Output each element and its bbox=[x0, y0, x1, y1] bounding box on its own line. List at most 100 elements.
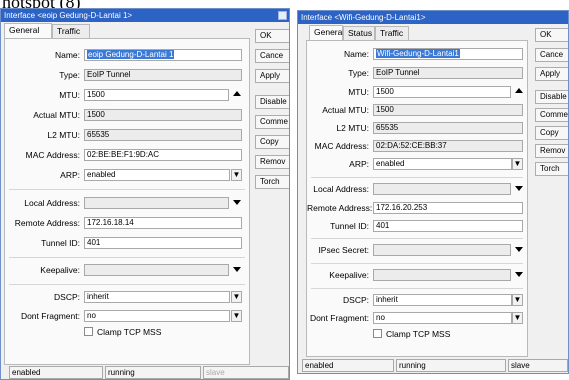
status-slave: slave bbox=[203, 366, 289, 379]
dont-fragment-select[interactable]: no bbox=[84, 310, 230, 322]
mac-address-label: MAC Address: bbox=[25, 150, 80, 160]
window-title: Interface <Wifi-Gedung-D-Lantai1> bbox=[298, 11, 568, 24]
local-address-field[interactable] bbox=[84, 197, 229, 209]
expand-arrow-icon[interactable] bbox=[515, 186, 523, 191]
arp-select[interactable]: enabled bbox=[84, 169, 230, 181]
ipsec-secret-field[interactable] bbox=[373, 244, 511, 256]
actual-mtu-label: Actual MTU: bbox=[322, 105, 369, 115]
remove-button[interactable]: Remov bbox=[255, 155, 289, 169]
mac-address-field[interactable]: 02:BE:BE:F1:9D:AC bbox=[84, 149, 242, 161]
clamp-tcp-mss-checkbox[interactable] bbox=[373, 329, 382, 338]
collapse-arrow-icon[interactable] bbox=[515, 88, 523, 93]
type-label: Type: bbox=[348, 68, 369, 78]
comment-button[interactable]: Comme bbox=[255, 115, 289, 129]
remove-button[interactable]: Remov bbox=[535, 144, 568, 158]
arp-label: ARP: bbox=[349, 159, 369, 169]
keepalive-label: Keepalive: bbox=[40, 265, 80, 275]
apply-button[interactable]: Apply bbox=[535, 67, 568, 81]
dscp-select[interactable]: inherit bbox=[84, 291, 230, 303]
ok-button[interactable]: OK bbox=[255, 29, 289, 43]
dropdown-icon[interactable]: ▼ bbox=[512, 312, 523, 324]
dscp-select[interactable]: inherit bbox=[373, 294, 512, 306]
expand-arrow-icon[interactable] bbox=[515, 247, 523, 252]
status-bar: enabled running slave bbox=[1, 366, 289, 379]
torch-button[interactable]: Torch bbox=[535, 162, 568, 176]
cancel-button[interactable]: Cance bbox=[535, 48, 568, 62]
actual-mtu-field: 1500 bbox=[84, 109, 242, 121]
expand-arrow-icon[interactable] bbox=[233, 267, 241, 272]
divider bbox=[311, 238, 523, 239]
local-address-label: Local Address: bbox=[24, 198, 80, 208]
name-label: Name: bbox=[343, 49, 369, 59]
status-running: running bbox=[105, 366, 201, 379]
general-panel: Name: Wifi-Gedung-D-Lantai1 Type: EoIP T… bbox=[306, 40, 528, 357]
local-address-field[interactable] bbox=[373, 183, 511, 195]
tab-status[interactable]: Status bbox=[343, 26, 375, 40]
remote-address-label: Remote Address: bbox=[307, 203, 373, 213]
divider bbox=[311, 263, 523, 264]
l2-mtu-field: 65535 bbox=[84, 129, 242, 141]
divider bbox=[9, 189, 245, 190]
tunnel-id-field[interactable]: 401 bbox=[373, 220, 523, 232]
apply-button[interactable]: Apply bbox=[255, 69, 289, 83]
cancel-button[interactable]: Cance bbox=[255, 49, 289, 63]
actual-mtu-label: Actual MTU: bbox=[33, 110, 80, 120]
status-bar: enabled running slave bbox=[298, 359, 568, 372]
mac-address-label: MAC Address: bbox=[314, 141, 369, 151]
dropdown-icon[interactable]: ▼ bbox=[231, 310, 242, 322]
remote-address-field[interactable]: 172.16.20.253 bbox=[373, 202, 523, 214]
status-slave: slave bbox=[508, 359, 568, 372]
general-panel: Name: eoip Gedung-D-Lantai 1 Type: EoIP … bbox=[4, 38, 250, 365]
window-control-icon[interactable] bbox=[278, 11, 287, 20]
tunnel-id-label: Tunnel ID: bbox=[41, 238, 80, 248]
mtu-label: MTU: bbox=[348, 87, 369, 97]
tab-general[interactable]: General bbox=[4, 23, 52, 38]
arp-label: ARP: bbox=[60, 170, 80, 180]
remote-address-label: Remote Address: bbox=[14, 218, 80, 228]
name-label: Name: bbox=[54, 50, 80, 60]
dont-fragment-label: Dont Fragment: bbox=[309, 313, 369, 323]
copy-button[interactable]: Copy bbox=[255, 135, 289, 149]
disable-button[interactable]: Disable bbox=[535, 90, 568, 104]
clamp-tcp-mss-checkbox[interactable] bbox=[84, 327, 93, 336]
type-field: EoIP Tunnel bbox=[84, 69, 242, 81]
mac-address-field: 02:DA:52:CE:BB:37 bbox=[373, 140, 523, 152]
interface-window-eoip: Interface <eoip Gedung-D-Lantai 1> Gener… bbox=[0, 8, 290, 380]
tab-traffic[interactable]: Traffic bbox=[52, 24, 90, 38]
name-field[interactable]: Wifi-Gedung-D-Lantai1 bbox=[373, 48, 523, 60]
mtu-field[interactable]: 1500 bbox=[373, 86, 511, 98]
dropdown-icon[interactable]: ▼ bbox=[512, 158, 523, 170]
mtu-field[interactable]: 1500 bbox=[84, 89, 229, 101]
interface-window-wifi: Interface <Wifi-Gedung-D-Lantai1> Genera… bbox=[297, 10, 569, 374]
torch-button[interactable]: Torch bbox=[255, 175, 289, 189]
arp-select[interactable]: enabled bbox=[373, 158, 512, 170]
actual-mtu-field: 1500 bbox=[373, 104, 523, 116]
expand-arrow-icon[interactable] bbox=[515, 272, 523, 277]
tab-traffic[interactable]: Traffic bbox=[375, 26, 409, 40]
dropdown-icon[interactable]: ▼ bbox=[231, 291, 242, 303]
remote-address-field[interactable]: 172.16.18.14 bbox=[84, 217, 242, 229]
clamp-tcp-mss-label: Clamp TCP MSS bbox=[97, 327, 162, 337]
clamp-tcp-mss-label: Clamp TCP MSS bbox=[386, 329, 451, 339]
comment-button[interactable]: Comme bbox=[535, 108, 568, 122]
l2-mtu-field: 65535 bbox=[373, 122, 523, 134]
expand-arrow-icon[interactable] bbox=[233, 200, 241, 205]
status-enabled: enabled bbox=[9, 366, 103, 379]
collapse-arrow-icon[interactable] bbox=[233, 91, 241, 96]
name-field[interactable]: eoip Gedung-D-Lantai 1 bbox=[84, 49, 242, 61]
dscp-label: DSCP: bbox=[343, 295, 369, 305]
dropdown-icon[interactable]: ▼ bbox=[512, 294, 523, 306]
status-running: running bbox=[396, 359, 506, 372]
disable-button[interactable]: Disable bbox=[255, 95, 289, 109]
ok-button[interactable]: OK bbox=[535, 28, 568, 42]
copy-button[interactable]: Copy bbox=[535, 126, 568, 140]
dropdown-icon[interactable]: ▼ bbox=[231, 169, 242, 181]
status-enabled: enabled bbox=[302, 359, 394, 372]
dont-fragment-select[interactable]: no bbox=[373, 312, 512, 324]
type-field: EoIP Tunnel bbox=[373, 67, 523, 79]
keepalive-field[interactable] bbox=[84, 264, 229, 276]
keepalive-field[interactable] bbox=[373, 269, 511, 281]
local-address-label: Local Address: bbox=[313, 184, 369, 194]
tunnel-id-field[interactable]: 401 bbox=[84, 237, 242, 249]
tab-general[interactable]: General bbox=[309, 25, 344, 40]
